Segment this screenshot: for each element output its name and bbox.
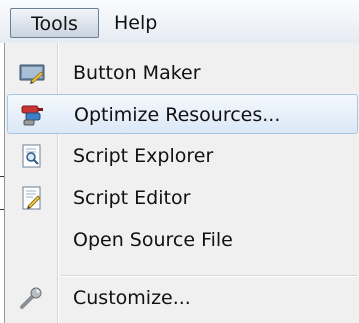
menu-tools[interactable]: Tools <box>10 8 99 38</box>
menu-help[interactable]: Help <box>114 8 174 38</box>
menu-item-label: Optimize Resources... <box>74 104 281 126</box>
tools-dropdown-menu: Button Maker Optimize Resources... Scrip… <box>4 43 359 323</box>
menu-item-optimize-resources[interactable]: Optimize Resources... <box>7 94 358 134</box>
optimize-resources-icon <box>20 103 46 127</box>
button-maker-icon <box>19 61 45 85</box>
menu-item-label: Script Editor <box>73 187 191 209</box>
menu-item-script-editor[interactable]: Script Editor <box>7 178 358 218</box>
script-explorer-icon <box>19 144 45 168</box>
menu-item-customize[interactable]: Customize... <box>7 278 358 318</box>
menu-item-label: Open Source File <box>73 229 233 251</box>
menu-item-label: Customize... <box>73 287 191 309</box>
menu-item-open-source-file[interactable]: Open Source File <box>7 220 358 260</box>
menu-separator-highlight <box>61 276 357 277</box>
menu-bar: Tools Help <box>0 0 359 43</box>
menu-item-label: Script Explorer <box>73 145 214 167</box>
menu-item-script-explorer[interactable]: Script Explorer <box>7 136 358 176</box>
menu-item-label: Button Maker <box>73 62 201 84</box>
script-editor-icon <box>19 186 45 210</box>
menu-item-button-maker[interactable]: Button Maker <box>7 53 358 93</box>
wrench-icon <box>19 286 45 310</box>
